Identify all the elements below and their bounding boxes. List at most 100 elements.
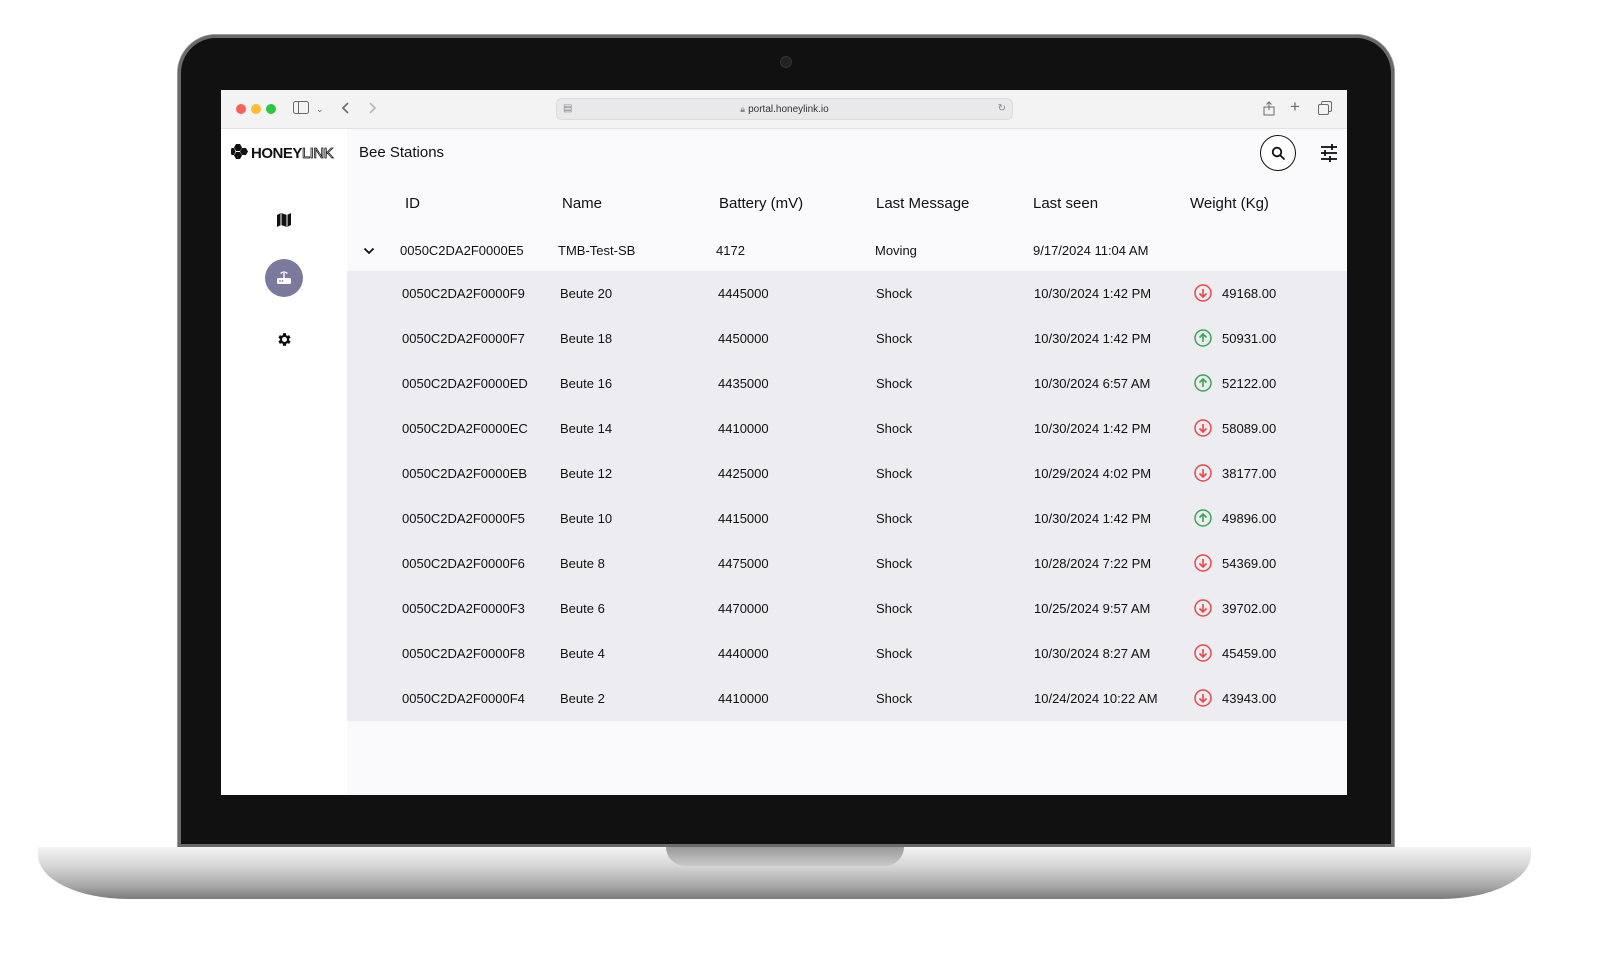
honeycomb-icon xyxy=(231,144,248,159)
trend-up-icon xyxy=(1194,329,1212,347)
trend-down-icon xyxy=(1194,419,1212,437)
forward-button[interactable] xyxy=(367,101,377,118)
cell-id: 0050C2DA2F0000F9 xyxy=(402,286,525,301)
cell-battery: 4410000 xyxy=(718,421,769,436)
chevron-down-icon[interactable]: ⌄ xyxy=(316,101,324,117)
cell-name: Beute 18 xyxy=(560,331,613,346)
lock-icon: 🔒︎ xyxy=(740,104,746,114)
cell-battery: 4475000 xyxy=(718,556,769,571)
cell-battery: 4470000 xyxy=(718,601,769,616)
cell-battery: 4410000 xyxy=(718,691,769,706)
sidebar-item-bee-stations[interactable] xyxy=(265,259,303,297)
url-text: portal.honeylink.io xyxy=(748,104,829,115)
trend-up-icon xyxy=(1194,374,1212,392)
cell-id: 0050C2DA2F0000ED xyxy=(402,376,528,391)
new-tab-icon[interactable]: + xyxy=(1290,98,1300,115)
address-bar[interactable]: ▤ 🔒︎ portal.honeylink.io ↻ xyxy=(556,98,1013,120)
cell-name: TMB-Test-SB xyxy=(558,243,636,258)
trend-up-icon xyxy=(1194,509,1212,527)
cell-last-seen: 10/24/2024 10:22 AM xyxy=(1034,691,1158,706)
cell-last-message: Shock xyxy=(876,556,913,571)
table-row-group[interactable]: 0050C2DA2F0000E5 TMB-Test-SB 4172 Moving… xyxy=(347,230,1347,271)
sliders-icon xyxy=(1321,144,1337,162)
cell-id: 0050C2DA2F0000F4 xyxy=(402,691,525,706)
table-row[interactable]: 0050C2DA2F0000F9 Beute 20 4445000 Shock 10/3… xyxy=(347,271,1347,316)
cell-id: 0050C2DA2F0000F6 xyxy=(402,556,525,571)
column-header-battery[interactable]: Battery (mV) xyxy=(719,195,803,212)
trend-down-icon xyxy=(1194,554,1212,572)
back-button[interactable] xyxy=(341,101,351,118)
cell-last-message: Shock xyxy=(876,421,913,436)
cell-last-seen: 10/30/2024 1:42 PM xyxy=(1034,286,1152,301)
table-row[interactable]: 0050C2DA2F0000EC Beute 14 4410000 Shock 10/3… xyxy=(347,406,1347,451)
maximize-window-button[interactable] xyxy=(266,104,276,114)
cell-id: 0050C2DA2F0000F3 xyxy=(402,601,525,616)
honeylink-logo[interactable]: HONEYLINK xyxy=(231,143,334,162)
cell-weight: 49168.00 xyxy=(1222,286,1277,301)
page-title: Bee Stations xyxy=(359,144,445,161)
gear-icon xyxy=(277,332,291,346)
share-icon[interactable] xyxy=(1263,101,1275,119)
trend-down-icon xyxy=(1194,464,1212,482)
cell-name: Beute 20 xyxy=(560,286,613,301)
router-icon xyxy=(277,271,291,284)
sidebar-toggle-icon[interactable] xyxy=(293,101,309,117)
cell-weight: 52122.00 xyxy=(1222,376,1277,391)
cell-last-message: Shock xyxy=(876,286,913,301)
search-button[interactable] xyxy=(1260,135,1296,171)
cell-last-message: Shock xyxy=(876,466,913,481)
cell-last-seen: 10/25/2024 9:57 AM xyxy=(1034,601,1151,616)
cell-weight: 45459.00 xyxy=(1222,646,1277,661)
cell-battery: 4450000 xyxy=(718,331,769,346)
cell-id: 0050C2DA2F0000F7 xyxy=(402,331,525,346)
cell-name: Beute 2 xyxy=(560,691,605,706)
cell-weight: 49896.00 xyxy=(1222,511,1277,526)
trend-down-icon xyxy=(1194,599,1212,617)
table-row[interactable]: 0050C2DA2F0000F3 Beute 6 4470000 Shock 10/25… xyxy=(347,586,1347,631)
cell-last-message: Shock xyxy=(876,601,913,616)
minimize-window-button[interactable] xyxy=(251,104,261,114)
main-content: Bee Stations ID Name Battery (mV) Last M… xyxy=(347,129,1347,795)
table-row[interactable]: 0050C2DA2F0000EB Beute 12 4425000 Shock 10/2… xyxy=(347,451,1347,496)
cell-last-seen: 10/30/2024 1:42 PM xyxy=(1034,331,1152,346)
laptop-notch xyxy=(666,847,904,866)
cell-id: 0050C2DA2F0000F5 xyxy=(402,511,525,526)
column-header-name[interactable]: Name xyxy=(562,195,602,212)
reload-icon[interactable]: ↻ xyxy=(998,99,1006,119)
chevron-down-icon xyxy=(363,247,375,254)
tab-overview-icon[interactable] xyxy=(1318,101,1332,118)
cell-name: Beute 8 xyxy=(560,556,605,571)
filter-button[interactable] xyxy=(1319,143,1339,163)
cell-last-message: Shock xyxy=(876,511,913,526)
column-header-last-seen[interactable]: Last seen xyxy=(1033,195,1098,212)
collapse-toggle[interactable] xyxy=(363,230,375,271)
table-row[interactable]: 0050C2DA2F0000F6 Beute 8 4475000 Shock 10/28… xyxy=(347,541,1347,586)
table-row[interactable]: 0050C2DA2F0000F4 Beute 2 4410000 Shock 10/24… xyxy=(347,676,1347,721)
sidebar-item-settings[interactable] xyxy=(265,320,303,358)
cell-weight: 50931.00 xyxy=(1222,331,1277,346)
cell-weight: 54369.00 xyxy=(1222,556,1277,571)
table-row[interactable]: 0050C2DA2F0000F8 Beute 4 4440000 Shock 10/30… xyxy=(347,631,1347,676)
sidebar-item-map[interactable] xyxy=(265,201,303,239)
cell-last-seen: 10/30/2024 1:42 PM xyxy=(1034,511,1152,526)
column-header-last-message[interactable]: Last Message xyxy=(876,195,969,212)
search-icon xyxy=(1271,146,1285,160)
cell-name: Beute 14 xyxy=(560,421,613,436)
cell-battery: 4445000 xyxy=(718,286,769,301)
table-row[interactable]: 0050C2DA2F0000F5 Beute 10 4415000 Shock 10/3… xyxy=(347,496,1347,541)
table-row[interactable]: 0050C2DA2F0000ED Beute 16 4435000 Shock 10/3… xyxy=(347,361,1347,406)
cell-battery: 4415000 xyxy=(718,511,769,526)
cell-name: Beute 4 xyxy=(560,646,605,661)
table-row[interactable]: 0050C2DA2F0000F7 Beute 18 4450000 Shock 10/3… xyxy=(347,316,1347,361)
cell-last-seen: 10/29/2024 4:02 PM xyxy=(1034,466,1152,481)
cell-weight: 39702.00 xyxy=(1222,601,1277,616)
cell-weight: 58089.00 xyxy=(1222,421,1277,436)
browser-toolbar: ⌄ ▤ 🔒︎ portal.honeylink.io ↻ + xyxy=(221,90,1347,129)
column-header-weight[interactable]: Weight (Kg) xyxy=(1190,195,1269,212)
column-header-id[interactable]: ID xyxy=(405,195,420,212)
screen: ⌄ ▤ 🔒︎ portal.honeylink.io ↻ + HONEYLINK… xyxy=(221,90,1347,795)
page-settings-icon[interactable]: ▤ xyxy=(563,99,572,119)
cell-last-seen: 10/30/2024 6:57 AM xyxy=(1034,376,1151,391)
close-window-button[interactable] xyxy=(236,104,246,114)
cell-id: 0050C2DA2F0000EB xyxy=(402,466,528,481)
